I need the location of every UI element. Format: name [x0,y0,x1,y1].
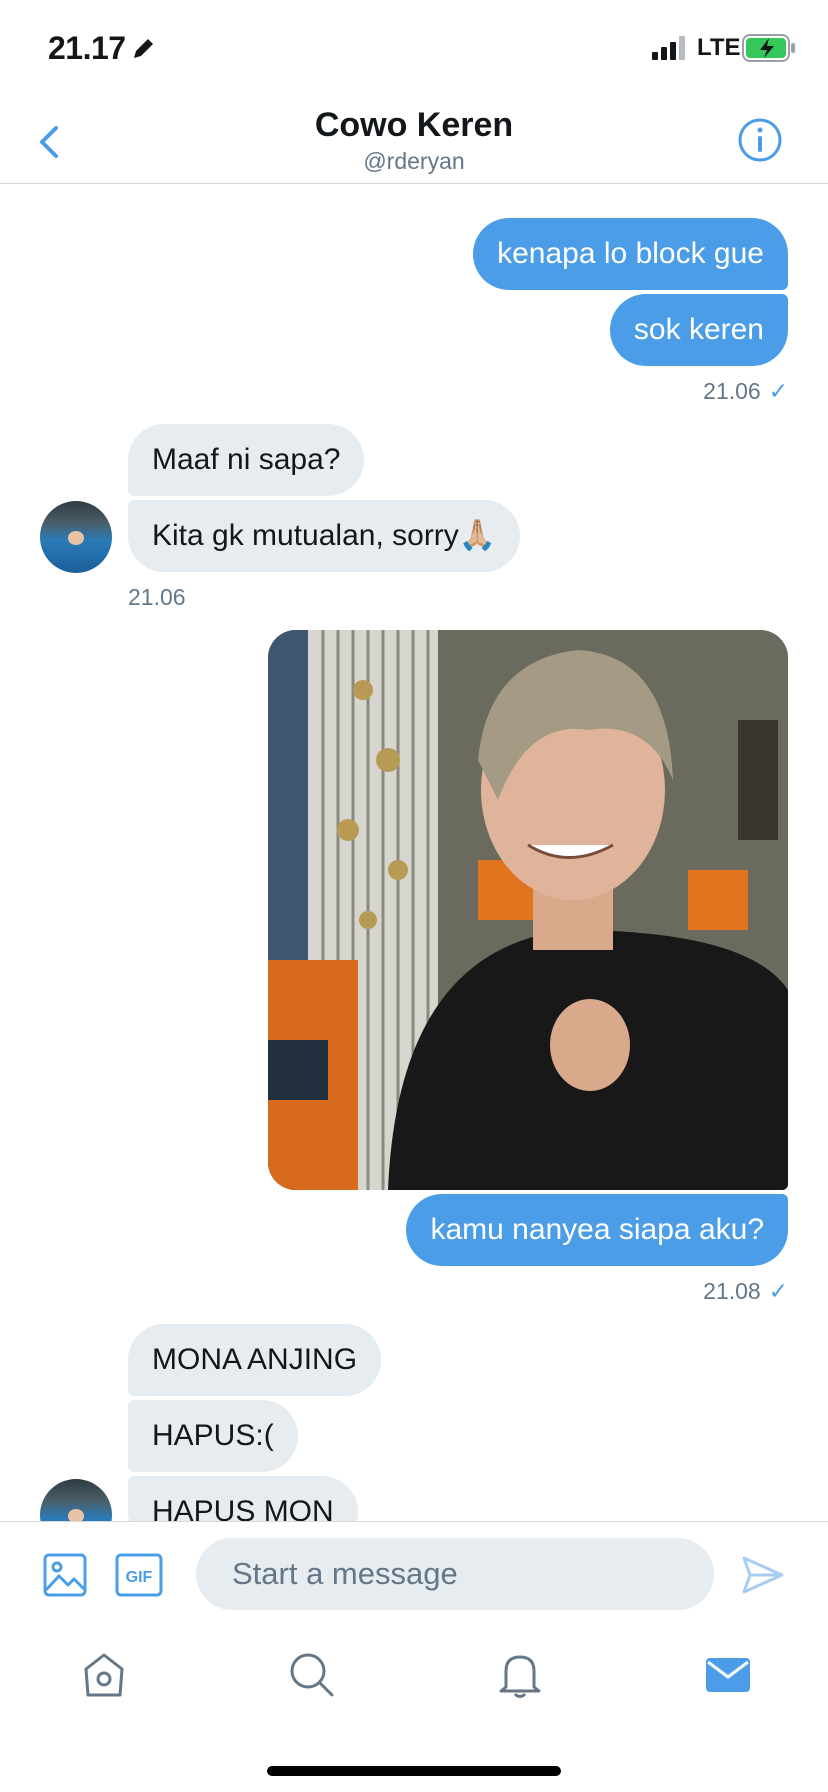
mail-icon[interactable] [702,1649,754,1701]
message-timestamp: 21.08 ✓ [703,1278,788,1305]
battery-charging-icon [742,34,795,62]
conversation-title[interactable]: Cowo Keren [0,106,828,145]
signal-icon [652,36,685,60]
avatar[interactable] [40,1479,112,1521]
message-bubble-sent[interactable]: kenapa lo block gue [473,218,788,290]
search-icon[interactable] [286,1649,338,1701]
message-list[interactable]: kenapa lo block gue sok keren 21.06 ✓ Maa… [0,185,828,1521]
network-type: LTE [697,34,741,61]
gif-icon[interactable]: GIF [114,1552,164,1598]
status-time: 21.17 [48,30,126,66]
message-bubble-received[interactable]: MONA ANJING [128,1324,382,1396]
message-timestamp: 21.06 [128,584,186,611]
message-timestamp: 21.06 ✓ [703,378,788,405]
message-bubble-sent[interactable]: sok keren [609,294,788,366]
timestamp-text: 21.06 [128,584,186,610]
timestamp-text: 21.06 [703,378,761,404]
message-bubble-received[interactable]: Maaf ni sapa? [128,424,365,496]
image-icon[interactable] [42,1552,88,1598]
tab-bar [0,1625,828,1792]
gif-label: GIF [126,1569,153,1586]
message-bubble-received[interactable]: HAPUS MON [128,1476,358,1521]
info-icon[interactable] [736,116,784,164]
message-bubble-sent[interactable]: kamu nanyea siapa aku? [406,1194,788,1266]
status-bar: 21.17 LTE [0,0,828,100]
message-bubble-received[interactable]: HAPUS:( [128,1400,298,1472]
timestamp-text: 21.08 [703,1278,761,1304]
read-check-icon: ✓ [768,1278,788,1304]
read-check-icon: ✓ [768,378,788,404]
send-icon[interactable] [740,1552,786,1598]
conversation-header: Cowo Keren @rderyan [0,100,828,184]
message-input[interactable] [196,1538,714,1610]
location-arrow-icon [134,39,153,58]
message-composer: GIF [0,1521,828,1625]
conversation-handle: @rderyan [363,148,465,174]
message-bubble-received[interactable]: Kita gk mutualan, sorry🙏🏼 [128,500,521,572]
photo-illustration [268,630,788,1190]
message-image[interactable] [268,630,788,1190]
avatar[interactable] [40,501,112,573]
home-icon[interactable] [78,1649,130,1701]
bell-icon[interactable] [494,1649,546,1701]
home-indicator[interactable] [267,1766,561,1776]
